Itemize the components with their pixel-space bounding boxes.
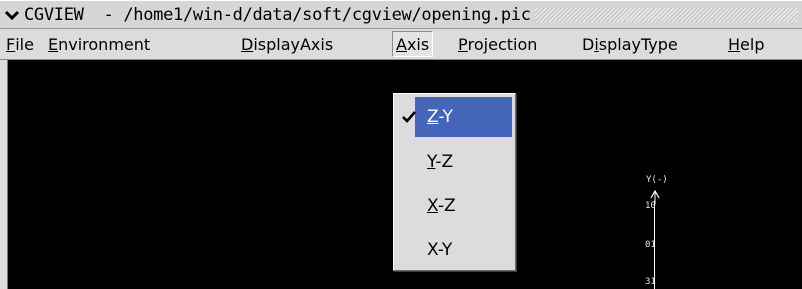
axis-option-y-z[interactable]: Y-Z [397,142,512,182]
axis-dropdown-menu: Z-Y Y-Z X-Z X-Y [393,93,516,271]
title-bar: CGVIEW - /home1/win-d/data/soft/cgview/o… [0,0,802,29]
menu-help[interactable]: Help [728,31,764,57]
window-menu-button[interactable] [3,6,21,24]
menu-projection[interactable]: Projection [458,31,537,57]
menu-bar: File Environment DisplayAxis Axis Projec… [0,29,802,60]
window-left-border [0,60,8,289]
axis-option-z-y[interactable]: Z-Y [397,97,512,137]
menu-displayaxis[interactable]: DisplayAxis [241,31,333,57]
axis-option-x-y[interactable]: X-Y [397,230,512,270]
chevron-down-icon [4,10,20,20]
menu-environment[interactable]: Environment [48,31,150,57]
menu-displaytype[interactable]: Di splayType [582,31,678,57]
axis-tick-label: 01 [645,240,656,250]
axis-label: Y(-) [646,175,668,185]
axis-option-x-z[interactable]: X-Z [397,186,512,226]
axis-tick-label: 31 [645,277,656,287]
axis-tick-label: 10 [645,201,656,211]
menu-axis[interactable]: Axis [392,31,434,57]
checkmark-icon [397,111,421,123]
cgview-window: CGVIEW - /home1/win-d/data/soft/cgview/o… [0,0,802,289]
title-bar-stripes[interactable] [534,7,798,22]
window-title: CGVIEW - /home1/win-d/data/soft/cgview/o… [24,4,535,25]
menu-file[interactable]: File [6,31,34,57]
